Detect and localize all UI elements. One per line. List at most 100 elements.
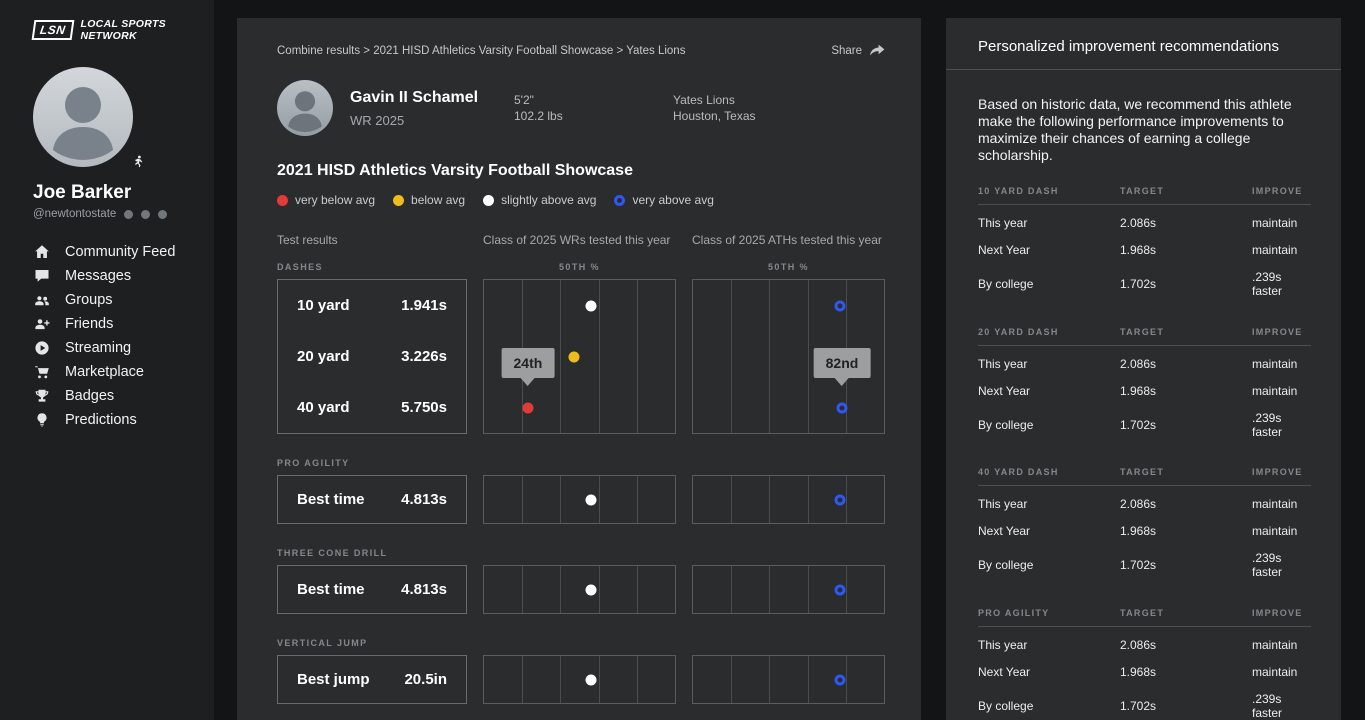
recommendation-group-label: 20 YARD DASH [978,327,1120,337]
rec-target: 2.086s [1120,216,1252,230]
improve-column-header: IMPROVE [1252,186,1311,196]
section-label: PRO AGILITY [277,458,467,468]
recommendation-group: 20 YARD DASHTARGETIMPROVEThis year2.086s… [978,327,1311,446]
percentile-header [483,548,676,558]
test-results-box: Best jump20.5in [277,655,467,704]
gridline [769,656,770,703]
recommendation-group-label: PRO AGILITY [978,608,1120,618]
white-dot [585,300,596,311]
target-column-header: TARGET [1120,608,1252,618]
legend-label: very below avg [295,193,375,207]
user-avatar-photo [33,67,133,167]
rec-period: By college [978,558,1120,572]
athlete-team: Yates Lions [673,92,756,108]
sidebar-item-predictions[interactable]: Predictions [33,408,214,432]
sidebar-item-community-feed[interactable]: Community Feed [33,240,214,264]
user-avatar[interactable] [33,67,133,167]
section-label-row: PRO AGILITY [277,458,885,468]
test-result-row: Best jump20.5in [297,671,447,688]
rec-period: This year [978,216,1120,230]
ath-percentile-panel [692,475,885,524]
yellow-dot [393,195,404,206]
gridline [522,476,523,523]
rec-target: 1.968s [1120,665,1252,679]
recommendation-group: 10 YARD DASHTARGETIMPROVE This year2.086s… [978,186,1311,305]
athlete-avatar [277,80,333,136]
rec-period: Next Year [978,524,1120,538]
rec-period: Next Year [978,665,1120,679]
rec-target: 2.086s [1120,497,1252,511]
gridline [637,476,638,523]
rec-target: 1.702s [1120,558,1252,572]
athlete-position-class: WR 2025 [350,113,514,128]
ath-percentile-panel [692,655,885,704]
recommendation-groups: 10 YARD DASHTARGETIMPROVEThis year2.086s… [978,186,1311,720]
recommendation-row: By college1.702s.239s faster [978,404,1311,445]
user-handle-row: @newtontostate [33,208,214,220]
sidebar-item-streaming[interactable]: Streaming [33,336,214,360]
user-handle: @newtontostate [33,208,116,220]
sidebar-item-friends[interactable]: Friends [33,312,214,336]
target-column-header: TARGET [1120,186,1252,196]
rec-target: 1.968s [1120,243,1252,257]
gridline [599,280,600,433]
gridline [846,656,847,703]
legend: very below avgbelow avgslightly above av… [277,193,885,207]
athlete-summary: Gavin II Schamel WR 2025 5'2" 102.2 lbs … [277,80,885,136]
gridline [599,656,600,703]
recommendation-row: Next Year1.968smaintain [978,237,1311,264]
recommendations-title: Personalized improvement recommendations [946,18,1341,70]
blue-dot [835,584,846,595]
sidebar-item-messages[interactable]: Messages [33,264,214,288]
rec-period: By college [978,418,1120,432]
test-value: 4.813s [401,581,447,598]
sidebar-item-badges[interactable]: Badges [33,384,214,408]
legend-item-yellow: below avg [393,193,465,207]
recommendations-intro: Based on historic data, we recommend thi… [978,96,1311,164]
sidebar-item-groups[interactable]: Groups [33,288,214,312]
percentile-header [483,458,676,468]
gridline [560,476,561,523]
recommendation-group-header: 20 YARD DASHTARGETIMPROVE [978,327,1311,346]
breadcrumb[interactable]: Combine results > 2021 HISD Athletics Va… [277,45,685,57]
section-label-row: THREE CONE DRILL [277,548,885,558]
social-dot-1[interactable] [124,210,133,219]
gridline [560,656,561,703]
ath-percentile-panel: 82nd [692,279,885,434]
test-results-box: Best time4.813s [277,475,467,524]
improve-column-header: IMPROVE [1252,467,1311,477]
red-dot [277,195,288,206]
trophy-icon [33,388,50,405]
gridline [808,656,809,703]
gridline [808,566,809,613]
lsn-logo-mark: LSN [32,20,74,40]
gridline [560,280,561,433]
legend-item-red: very below avg [277,193,375,207]
improve-column-header: IMPROVE [1252,327,1311,337]
sidebar-item-label: Marketplace [65,364,144,380]
social-dot-3[interactable] [158,210,167,219]
recommendation-row: Next Year1.968smaintain [978,658,1311,685]
rec-improve: maintain [1252,216,1311,230]
cart-icon [33,364,50,381]
test-result-row: 40 yard5.750s [297,399,447,416]
recommendations-card: Personalized improvement recommendations… [946,18,1341,720]
white-dot [483,195,494,206]
social-dot-2[interactable] [141,210,150,219]
rec-improve: maintain [1252,638,1311,652]
recommendation-group-label: 10 YARD DASH [978,186,1120,196]
blue-dot [836,402,847,413]
rec-improve: .239s faster [1252,551,1311,579]
test-value: 3.226s [401,348,447,365]
share-button[interactable]: Share [831,44,885,58]
groups-icon [33,292,50,309]
sidebar: LSN LOCAL SPORTS NETWORK Joe Barker @new… [0,0,214,720]
sidebar-item-marketplace[interactable]: Marketplace [33,360,214,384]
test-name: Best time [297,581,365,598]
percentile-badge: 24th [502,348,555,378]
test-name: Best jump [297,671,370,688]
rec-improve: .239s faster [1252,270,1311,298]
recommendation-group: PRO AGILITYTARGETIMPROVEThis year2.086sm… [978,608,1311,720]
recommendation-row: This year2.086smaintain [978,205,1311,237]
gridline [731,280,732,433]
